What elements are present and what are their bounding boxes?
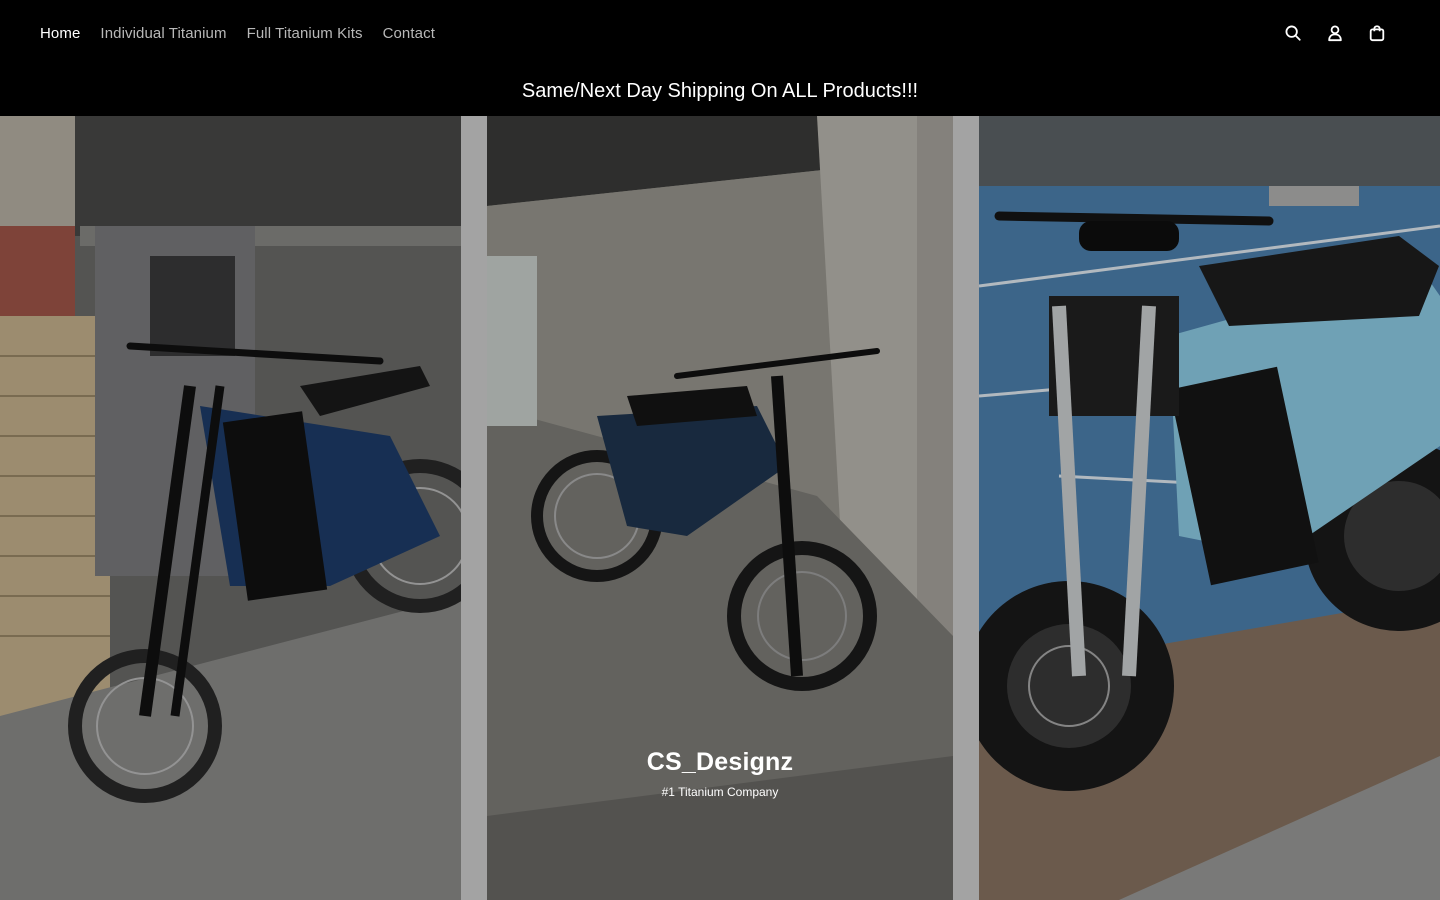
hero-title: CS_Designz <box>646 748 794 776</box>
hero-subtitle: #1 Titanium Company <box>661 785 779 799</box>
announcement-bar: Same/Next Day Shipping On ALL Products!!… <box>0 66 1440 116</box>
nav-individual-titanium[interactable]: Individual Titanium <box>100 25 226 42</box>
header-icons <box>1282 22 1400 44</box>
cart-icon[interactable] <box>1366 22 1388 44</box>
nav-home[interactable]: Home <box>40 25 80 42</box>
hero-banner: CS_Designz #1 Titanium Company <box>0 116 1440 900</box>
announcement-text: Same/Next Day Shipping On ALL Products!!… <box>521 79 919 102</box>
hero-text: CS_Designz #1 Titanium Company <box>0 748 1440 799</box>
nav-full-titanium-kits[interactable]: Full Titanium Kits <box>247 25 363 42</box>
nav-contact[interactable]: Contact <box>383 25 435 42</box>
search-icon[interactable] <box>1282 22 1304 44</box>
account-icon[interactable] <box>1324 22 1346 44</box>
site-header: Home Individual Titanium Full Titanium K… <box>0 0 1440 66</box>
main-nav: Home Individual Titanium Full Titanium K… <box>40 25 435 42</box>
